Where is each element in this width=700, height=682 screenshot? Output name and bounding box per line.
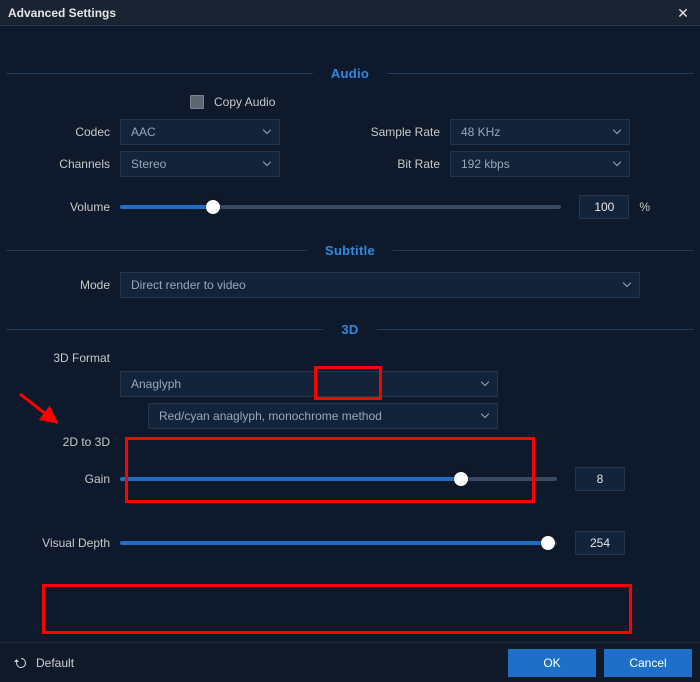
codec-value: AAC — [131, 125, 156, 139]
section-header-3d: 3D — [0, 322, 700, 337]
footer: Default OK Cancel — [0, 642, 700, 682]
divider — [6, 329, 323, 330]
mode-label: Mode — [0, 278, 120, 292]
chevron-down-icon — [481, 382, 489, 387]
samplerate-value: 48 KHz — [461, 125, 500, 139]
3d-format-label: 3D Format — [0, 351, 120, 365]
chevron-down-icon — [613, 130, 621, 135]
section-label-3d: 3D — [323, 322, 376, 337]
divider — [6, 250, 307, 251]
2d-to-3d-label: 2D to 3D — [0, 435, 120, 449]
gain-label: Gain — [0, 472, 120, 486]
divider — [377, 329, 694, 330]
gain-thumb[interactable] — [454, 472, 468, 486]
gain-value[interactable]: 8 — [575, 467, 625, 491]
divider — [387, 73, 694, 74]
samplerate-select[interactable]: 48 KHz — [450, 119, 630, 145]
copy-audio-label: Copy Audio — [214, 95, 275, 109]
channels-label: Channels — [0, 157, 120, 171]
volume-slider[interactable] — [120, 197, 561, 217]
reset-icon — [14, 656, 28, 670]
channels-value: Stereo — [131, 157, 166, 171]
codec-label: Codec — [0, 125, 120, 139]
chevron-down-icon — [263, 130, 271, 135]
visual-depth-slider[interactable] — [120, 533, 557, 553]
samplerate-label: Sample Rate — [350, 125, 450, 139]
volume-value[interactable]: 100 — [579, 195, 629, 219]
codec-select[interactable]: AAC — [120, 119, 280, 145]
section-label-subtitle: Subtitle — [307, 243, 393, 258]
chevron-down-icon — [623, 283, 631, 288]
titlebar: Advanced Settings ✕ — [0, 0, 700, 26]
window-body: Audio Copy Audio Codec AAC Sample Rate 4… — [0, 26, 700, 642]
divider — [393, 250, 694, 251]
close-icon[interactable]: ✕ — [674, 5, 692, 22]
copy-audio-checkbox[interactable] — [190, 95, 204, 109]
3d-format-value: Anaglyph — [131, 377, 181, 391]
3d-method-select[interactable]: Red/cyan anaglyph, monochrome method — [148, 403, 498, 429]
mode-select[interactable]: Direct render to video — [120, 272, 640, 298]
volume-thumb[interactable] — [206, 200, 220, 214]
copy-audio-row: Copy Audio — [190, 95, 700, 109]
divider — [6, 73, 313, 74]
gain-fill — [120, 477, 461, 481]
cancel-button[interactable]: Cancel — [604, 649, 692, 677]
advanced-settings-window: Advanced Settings ✕ Audio Copy Audio Cod… — [0, 0, 700, 682]
3d-method-value: Red/cyan anaglyph, monochrome method — [159, 409, 382, 423]
channels-select[interactable]: Stereo — [120, 151, 280, 177]
ok-button[interactable]: OK — [508, 649, 596, 677]
section-label-audio: Audio — [313, 66, 387, 81]
visual-depth-thumb[interactable] — [541, 536, 555, 550]
visual-depth-label: Visual Depth — [0, 536, 120, 550]
bitrate-value: 192 kbps — [461, 157, 510, 171]
mode-value: Direct render to video — [131, 278, 246, 292]
gain-slider[interactable] — [120, 469, 557, 489]
default-label: Default — [36, 656, 74, 670]
bitrate-label: Bit Rate — [350, 157, 450, 171]
chevron-down-icon — [481, 414, 489, 419]
3d-format-select[interactable]: Anaglyph — [120, 371, 498, 397]
chevron-down-icon — [263, 162, 271, 167]
volume-fill — [120, 205, 213, 209]
window-title: Advanced Settings — [8, 6, 116, 20]
visual-depth-value[interactable]: 254 — [575, 531, 625, 555]
section-header-subtitle: Subtitle — [0, 243, 700, 258]
bitrate-select[interactable]: 192 kbps — [450, 151, 630, 177]
section-header-audio: Audio — [0, 66, 700, 81]
visual-depth-fill — [120, 541, 548, 545]
default-button[interactable]: Default — [8, 652, 80, 674]
volume-unit: % — [639, 200, 650, 214]
volume-label: Volume — [0, 200, 120, 214]
chevron-down-icon — [613, 162, 621, 167]
